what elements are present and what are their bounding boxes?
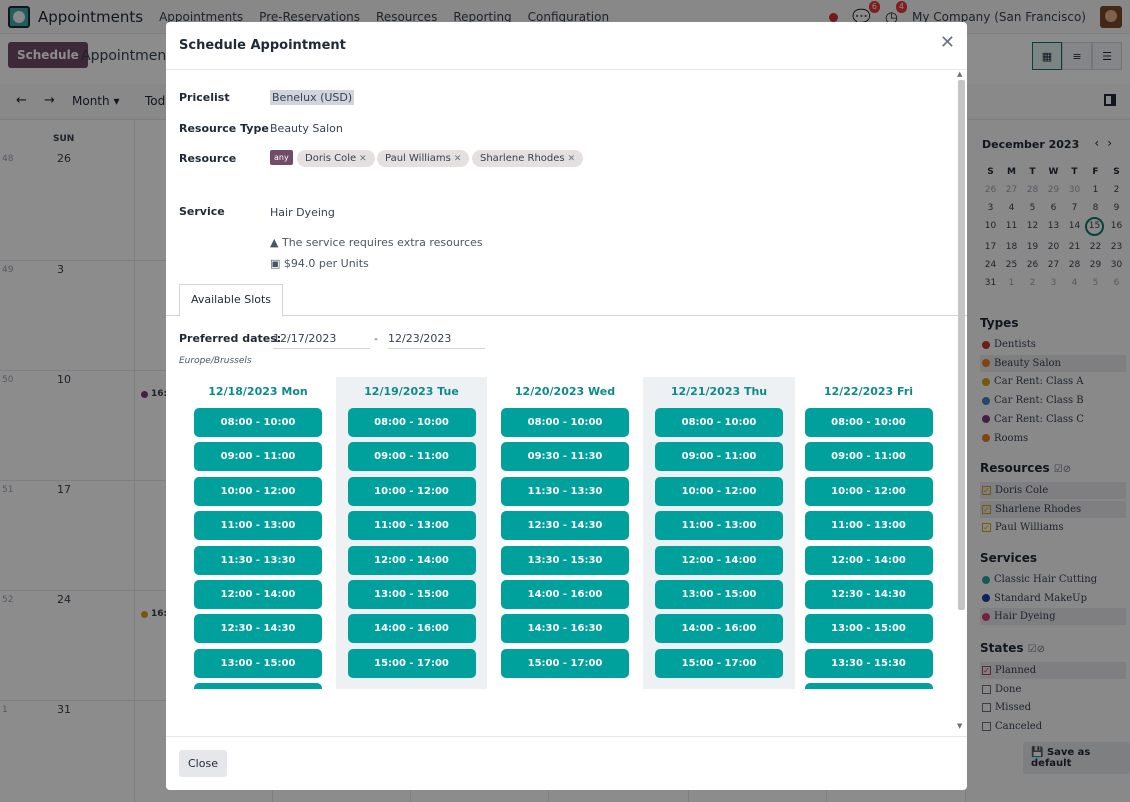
service-label: Service xyxy=(179,205,225,218)
time-slot-button[interactable]: 10:00 - 12:00 xyxy=(347,476,476,506)
time-slot-button[interactable]: 14:00 - 16:00 xyxy=(347,614,476,644)
time-slot-button[interactable]: 12:00 - 14:00 xyxy=(804,545,933,575)
time-slot-button[interactable]: 09:00 - 11:00 xyxy=(655,442,783,472)
slot-day-column: 12/22/2023 Fri 08:00 - 10:00 09:00 - 11:00… xyxy=(795,377,942,689)
pricelist-label: Pricelist xyxy=(179,91,230,104)
time-slot-button[interactable]: 13:00 - 15:00 xyxy=(347,580,476,609)
slot-day-column: 12/18/2023 Mon 08:00 - 10:00 09:00 - 11:00… xyxy=(180,377,336,689)
time-slot-button[interactable]: 09:00 - 11:00 xyxy=(804,442,933,472)
time-slot-button[interactable]: 09:00 - 11:00 xyxy=(194,442,322,472)
resource-tag-paul-williams[interactable]: Paul Williams ✕ xyxy=(377,150,470,167)
time-slot-button[interactable]: 15:00 - 17:00 xyxy=(655,648,783,678)
remove-tag-icon[interactable]: ✕ xyxy=(568,154,576,164)
time-slot-button[interactable]: 14:00 - 16:00 xyxy=(804,683,933,689)
time-slot-button[interactable]: 12:30 - 14:30 xyxy=(501,511,629,541)
time-slot-button[interactable]: 11:30 - 13:30 xyxy=(501,476,629,506)
time-slot-button[interactable]: 12:00 - 14:00 xyxy=(347,545,476,575)
time-slot-button[interactable]: 14:00 - 16:00 xyxy=(501,580,629,609)
time-slot-button[interactable]: 13:30 - 15:30 xyxy=(194,683,322,689)
time-slot-button[interactable]: 12:30 - 14:30 xyxy=(194,614,322,644)
time-slot-button[interactable]: 11:00 - 13:00 xyxy=(347,511,476,541)
slot-day-column: 12/19/2023 Tue 08:00 - 10:00 09:00 - 11:00… xyxy=(336,377,487,689)
time-slot-button[interactable]: 09:00 - 11:00 xyxy=(347,442,476,472)
resource-tag-doris-cole[interactable]: Doris Cole ✕ xyxy=(297,150,375,167)
remove-tag-icon[interactable]: ✕ xyxy=(454,154,462,164)
time-slot-button[interactable]: 11:00 - 13:00 xyxy=(194,511,322,541)
time-slot-button[interactable]: 08:00 - 10:00 xyxy=(501,408,629,437)
service-field[interactable]: Hair Dyeing xyxy=(270,206,335,219)
dialog-title: Schedule Appointment xyxy=(179,38,346,53)
time-slot-button[interactable]: 08:00 - 10:00 xyxy=(804,408,933,437)
time-slot-button[interactable]: 12:00 - 14:00 xyxy=(655,545,783,575)
time-slot-button[interactable]: 13:30 - 15:30 xyxy=(804,648,933,678)
tabs-bar: Available Slots xyxy=(166,284,967,317)
resource-type-field[interactable]: Beauty Salon xyxy=(270,122,343,135)
time-slot-button[interactable]: 11:00 - 13:00 xyxy=(655,511,783,541)
service-warning: ▲ The service requires extra resources xyxy=(270,236,483,249)
slot-day-column: 12/21/2023 Thu 08:00 - 10:00 09:00 - 11:00… xyxy=(643,377,795,689)
time-slot-button[interactable]: 13:00 - 15:00 xyxy=(804,614,933,644)
slot-day-header: 12/20/2023 Wed xyxy=(514,385,616,398)
time-slot-button[interactable]: 15:00 - 17:00 xyxy=(501,648,629,678)
preferred-dates-label: Preferred dates: xyxy=(179,332,282,345)
resource-type-label: Resource Type xyxy=(179,122,269,135)
slot-day-header: 12/22/2023 Fri xyxy=(823,385,914,398)
time-slot-button[interactable]: 13:00 - 15:00 xyxy=(194,648,322,678)
slot-day-header: 12/18/2023 Mon xyxy=(208,385,308,398)
date-from-input[interactable]: 12/17/2023 xyxy=(273,332,370,349)
service-price: ▣ $94.0 per Units xyxy=(270,257,369,270)
time-slot-button[interactable]: 10:00 - 12:00 xyxy=(804,476,933,506)
dialog-footer: Close xyxy=(166,736,967,790)
date-range-dash: - xyxy=(374,332,378,345)
time-slot-button[interactable]: 12:00 - 14:00 xyxy=(194,580,322,609)
time-slot-button[interactable]: 10:00 - 12:00 xyxy=(194,476,322,506)
resource-tag-sharlene-rhodes[interactable]: Sharlene Rhodes ✕ xyxy=(472,150,584,167)
time-slot-button[interactable]: 12:30 - 14:30 xyxy=(804,580,933,609)
slot-day-header: 12/19/2023 Tue xyxy=(364,385,459,398)
time-slot-button[interactable]: 08:00 - 10:00 xyxy=(347,408,476,437)
schedule-appointment-dialog: Schedule Appointment ✕ Pricelist Benelux… xyxy=(166,22,967,790)
dialog-body: Pricelist Benelux (USD) Resource Type Be… xyxy=(166,70,967,736)
time-slot-button[interactable]: 08:00 - 10:00 xyxy=(194,408,322,437)
close-icon[interactable]: ✕ xyxy=(940,34,955,52)
any-badge[interactable]: any xyxy=(270,150,293,165)
time-slot-button[interactable]: 08:00 - 10:00 xyxy=(655,408,783,437)
tab-available-slots[interactable]: Available Slots xyxy=(179,284,283,317)
time-slot-button[interactable]: 09:30 - 11:30 xyxy=(501,442,629,472)
slots-grid: 12/18/2023 Mon 08:00 - 10:00 09:00 - 11:00… xyxy=(180,377,942,689)
time-slot-button[interactable]: 14:00 - 16:00 xyxy=(655,614,783,644)
time-slot-button[interactable]: 14:30 - 16:30 xyxy=(501,614,629,644)
pricelist-field[interactable]: Benelux (USD) xyxy=(270,90,355,105)
resource-label: Resource xyxy=(179,152,237,165)
slot-day-header: 12/21/2023 Thu xyxy=(670,385,768,398)
slot-day-column: 12/20/2023 Wed 08:00 - 10:00 09:30 - 11:30… xyxy=(487,377,643,689)
time-slot-button[interactable]: 13:30 - 15:30 xyxy=(501,545,629,575)
time-slot-button[interactable]: 15:00 - 17:00 xyxy=(347,648,476,678)
dialog-header: Schedule Appointment ✕ xyxy=(166,22,967,70)
scroll-down-icon[interactable]: ▼ xyxy=(957,722,962,730)
time-slot-button[interactable]: 13:00 - 15:00 xyxy=(655,580,783,609)
dialog-scrollbar[interactable]: ▲ ▼ xyxy=(957,70,965,730)
date-to-input[interactable]: 12/23/2023 xyxy=(388,332,485,349)
time-slot-button[interactable]: 10:00 - 12:00 xyxy=(655,476,783,506)
scroll-up-icon[interactable]: ▲ xyxy=(957,70,962,78)
remove-tag-icon[interactable]: ✕ xyxy=(359,154,367,164)
time-slot-button[interactable]: 11:30 - 13:30 xyxy=(194,545,322,575)
warning-icon: ▲ xyxy=(270,236,279,249)
money-icon: ▣ xyxy=(270,257,281,270)
scroll-thumb[interactable] xyxy=(958,80,965,610)
close-button[interactable]: Close xyxy=(179,750,227,777)
time-slot-button[interactable]: 11:00 - 13:00 xyxy=(804,511,933,541)
timezone-label: Europe/Brussels xyxy=(179,356,252,366)
